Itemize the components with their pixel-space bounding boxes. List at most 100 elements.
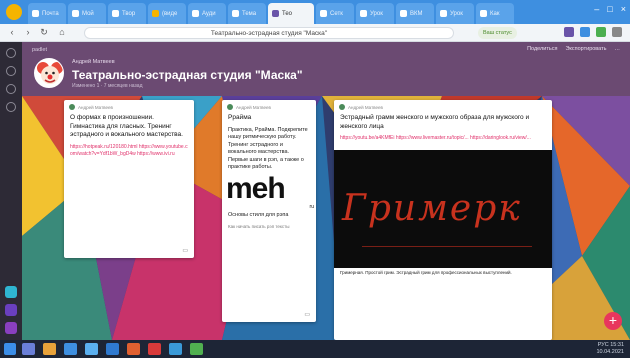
tab-favicon-icon bbox=[112, 10, 119, 17]
extension-icon[interactable] bbox=[596, 27, 606, 37]
extension-icon[interactable] bbox=[580, 27, 590, 37]
tab-label: Тема bbox=[242, 10, 257, 17]
browser-tab[interactable]: Урок bbox=[356, 3, 394, 24]
tab-favicon-icon bbox=[400, 10, 407, 17]
url-field[interactable]: Театрально-эстрадная студия "Маска" bbox=[84, 27, 454, 39]
language-indicator[interactable]: РУС bbox=[598, 342, 609, 348]
board-header: padlet Поделиться Экспортировать … Андре… bbox=[22, 42, 630, 96]
card-author: Андрей Матвеев bbox=[236, 104, 271, 110]
browser-tab[interactable]: (виде bbox=[148, 3, 186, 24]
browser-tab[interactable]: Урок bbox=[436, 3, 474, 24]
export-button[interactable]: Экспортировать bbox=[565, 46, 606, 52]
reload-icon[interactable]: ↻ bbox=[38, 27, 50, 38]
clock-icon[interactable] bbox=[6, 48, 16, 58]
powerpoint-icon[interactable] bbox=[127, 343, 140, 355]
browser-tab-strip: Почта Мой Твор (виде Ауди Тема Тео Сетк Урок ВКМ У… bbox=[0, 0, 630, 24]
card-link[interactable]: https://hotpeak.ru/120180.html https://w… bbox=[64, 142, 194, 160]
tab-label: Тео bbox=[282, 10, 293, 17]
browser-tab[interactable]: Твор bbox=[108, 3, 146, 24]
browser-tab[interactable]: Сетк bbox=[316, 3, 354, 24]
share-button[interactable]: Поделиться bbox=[527, 46, 557, 52]
board-avatar bbox=[34, 58, 64, 88]
app-icon[interactable] bbox=[169, 343, 182, 355]
minimize-icon[interactable]: – bbox=[594, 4, 599, 14]
app-icon[interactable] bbox=[85, 343, 98, 355]
card-caption-sub: Как начать писать рэп тексты bbox=[228, 224, 290, 229]
system-tray: РУС 15:31 10.04.2021 bbox=[596, 342, 624, 356]
app-icon[interactable] bbox=[64, 343, 77, 355]
divider bbox=[362, 246, 532, 247]
card-author: Андрей Матвеев bbox=[78, 104, 113, 110]
app-icon[interactable] bbox=[190, 343, 203, 355]
sidebar-icon[interactable] bbox=[6, 66, 16, 76]
tab-label: Сетк bbox=[330, 10, 343, 17]
home-icon[interactable]: ⌂ bbox=[56, 27, 68, 37]
tab-favicon-icon bbox=[72, 10, 79, 17]
card-author: Андрей Матвеев bbox=[348, 104, 383, 110]
clock-date: 10.04.2021 bbox=[596, 349, 624, 355]
browser-tab[interactable]: Мой bbox=[68, 3, 106, 24]
clown-icon bbox=[35, 59, 63, 87]
breadcrumb[interactable]: padlet bbox=[32, 47, 47, 53]
add-post-button[interactable]: + bbox=[604, 312, 622, 330]
secure-pill[interactable]: Ваш статус bbox=[478, 27, 517, 39]
app-icon[interactable] bbox=[148, 343, 161, 355]
forward-icon[interactable]: › bbox=[22, 27, 34, 37]
card-header: Андрей Матвеев bbox=[334, 100, 552, 112]
post-card[interactable]: Андрей Матвеев О формах в произношении. … bbox=[64, 100, 194, 258]
address-bar: ‹ › ↻ ⌂ Театрально-эстрадная студия "Мас… bbox=[0, 24, 630, 42]
card-header: Андрей Матвеев bbox=[222, 100, 316, 112]
back-icon[interactable]: ‹ bbox=[6, 27, 18, 37]
app-icon[interactable] bbox=[5, 304, 17, 316]
start-icon[interactable] bbox=[4, 343, 16, 355]
more-button[interactable]: … bbox=[615, 46, 621, 52]
page-title: Театрально-эстрадная студия "Маска" bbox=[72, 68, 303, 82]
browser-tab[interactable]: Ауди bbox=[188, 3, 226, 24]
browser-tab[interactable]: Почта bbox=[28, 3, 66, 24]
card-caption: Гримерная. Простой грим. Эстрадный грим … bbox=[340, 270, 512, 275]
sidebar-icon[interactable] bbox=[6, 84, 16, 94]
card-title: Ррайма bbox=[228, 114, 252, 121]
browser-menu-icon[interactable] bbox=[6, 4, 22, 20]
card-title: О формах в произношении. Гимнастика для … bbox=[70, 114, 183, 138]
card-image[interactable]: Гримерк bbox=[334, 150, 552, 268]
post-card[interactable]: Андрей Матвеев Ррайма Практика, Ррайма. … bbox=[222, 100, 316, 322]
maximize-icon[interactable]: □ bbox=[607, 4, 612, 14]
menu-icon[interactable] bbox=[612, 27, 622, 37]
tab-label: ВКМ bbox=[410, 10, 423, 17]
clock-time[interactable]: 15:31 bbox=[610, 342, 624, 348]
app-icon[interactable] bbox=[5, 322, 17, 334]
sidebar-icon[interactable] bbox=[6, 102, 16, 112]
post-card[interactable]: Андрей Матвеев Эстрадный грамм женского … bbox=[334, 100, 552, 340]
app-icon[interactable] bbox=[5, 286, 17, 298]
word-icon[interactable] bbox=[106, 343, 119, 355]
tab-favicon-icon bbox=[320, 10, 327, 17]
window-controls: – □ × bbox=[594, 4, 626, 14]
app-icon[interactable] bbox=[22, 343, 35, 355]
tab-favicon-icon bbox=[272, 10, 279, 17]
avatar bbox=[227, 104, 233, 110]
tab-label: (виде bbox=[162, 10, 178, 17]
close-icon[interactable]: × bbox=[621, 4, 626, 14]
card-header: Андрей Матвеев bbox=[64, 100, 194, 112]
tab-favicon-icon bbox=[32, 10, 39, 17]
tab-favicon-icon bbox=[152, 10, 159, 17]
card-image[interactable]: meh ru bbox=[222, 172, 316, 210]
comment-icon[interactable]: ▭ bbox=[304, 311, 310, 318]
card-text: Практика, Ррайма. Подкрепите нашу ритмич… bbox=[228, 126, 308, 171]
comment-icon[interactable]: ▭ bbox=[182, 247, 188, 254]
tab-label: Урок bbox=[370, 10, 383, 17]
tab-label: Твор bbox=[122, 10, 136, 17]
browser-tab[interactable]: Как bbox=[476, 3, 514, 24]
tab-favicon-icon bbox=[360, 10, 367, 17]
folder-icon[interactable] bbox=[43, 343, 56, 355]
board-author[interactable]: Андрей Матвеев bbox=[72, 59, 115, 65]
extension-icon[interactable] bbox=[564, 27, 574, 37]
board-subtitle: Изменено 1 · 7 месяцев назад bbox=[72, 83, 143, 89]
card-image-logo: Гримерк bbox=[342, 188, 522, 229]
browser-tab[interactable]: Тео bbox=[268, 3, 314, 24]
tab-favicon-icon bbox=[440, 10, 447, 17]
browser-tab[interactable]: Тема bbox=[228, 3, 266, 24]
card-link[interactable]: https://youtu.be/a4KMfEi https://www.liv… bbox=[334, 133, 552, 144]
browser-tab[interactable]: ВКМ bbox=[396, 3, 434, 24]
